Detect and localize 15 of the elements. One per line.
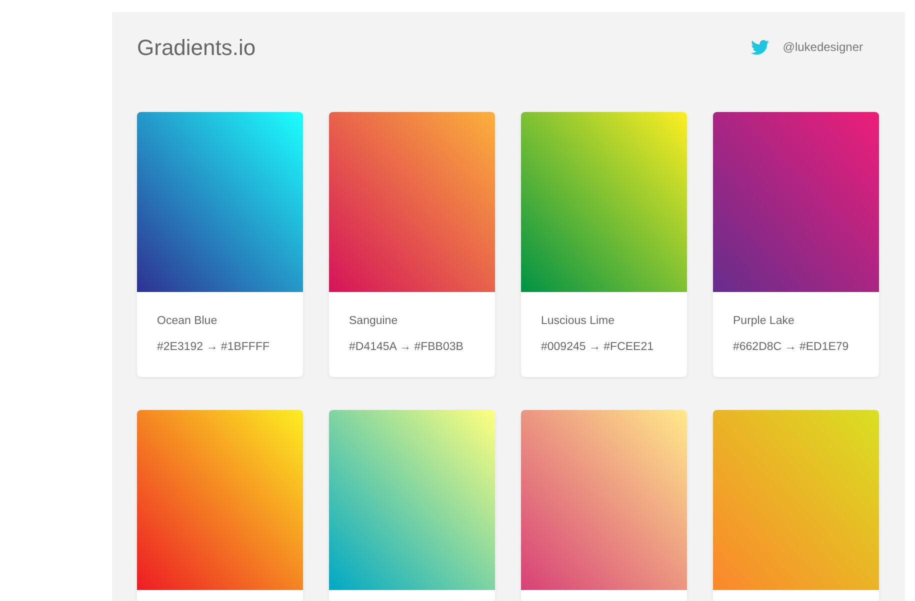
bird-icon[interactable] <box>750 40 769 54</box>
gradient-card[interactable]: Luscious Lime #009245 → #FCEE21 <box>521 112 687 377</box>
gradient-name: Luscious Lime <box>541 314 616 330</box>
gradient-codes: #D4145A → #FBB03B <box>349 340 464 354</box>
gradient-codes: #2E3192 → #1BFFFF <box>157 340 270 354</box>
gradient-name: Ocean Blue <box>157 314 218 330</box>
gradient-card[interactable]: Sanguine #D4145A → #FBB03B <box>329 112 495 377</box>
gradient-name: Purple Lake <box>733 314 796 330</box>
twitter-link[interactable]: @lukedesigner <box>782 38 863 56</box>
site-title: Gradients.io <box>137 34 256 62</box>
gradient-codes: #662D8C → #ED1E79 <box>733 340 850 354</box>
gradient-codes: #009245 → #FCEE21 <box>541 340 655 354</box>
gradient-card[interactable]: Ocean Blue #2E3192 → #1BFFFF <box>137 112 303 377</box>
gradient-name: Sanguine <box>349 314 399 330</box>
gradient-card[interactable]: Purple Lake #662D8C → #ED1E79 <box>713 112 879 377</box>
